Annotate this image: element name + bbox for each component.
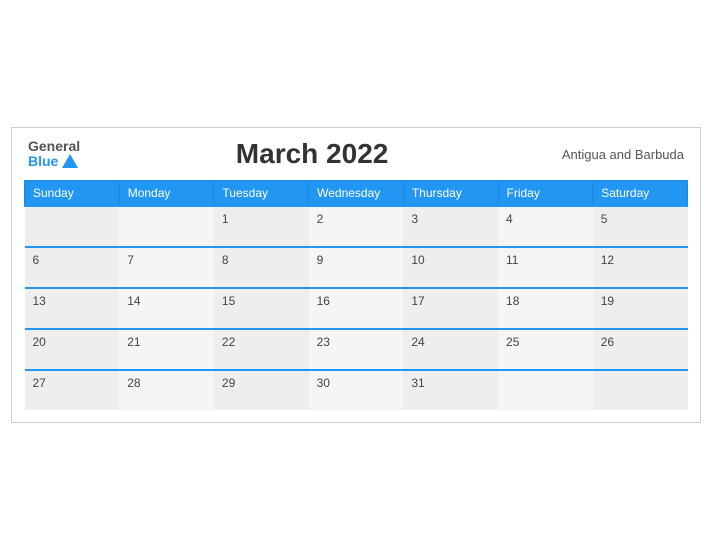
calendar-cell: 3 bbox=[403, 206, 498, 247]
calendar-cell: 25 bbox=[498, 329, 593, 370]
calendar-cell: 21 bbox=[119, 329, 214, 370]
day-number: 3 bbox=[411, 212, 418, 226]
day-number: 9 bbox=[317, 253, 324, 267]
calendar-cell: 5 bbox=[593, 206, 688, 247]
calendar-cell: 23 bbox=[309, 329, 404, 370]
calendar-grid: SundayMondayTuesdayWednesdayThursdayFrid… bbox=[24, 180, 688, 410]
day-number: 25 bbox=[506, 335, 519, 349]
logo: General Blue bbox=[28, 139, 80, 170]
day-number: 14 bbox=[127, 294, 140, 308]
calendar-cell: 22 bbox=[214, 329, 309, 370]
day-number: 30 bbox=[317, 376, 330, 390]
day-number: 5 bbox=[601, 212, 608, 226]
calendar-container: General Blue March 2022 Antigua and Barb… bbox=[11, 127, 701, 423]
calendar-cell: 24 bbox=[403, 329, 498, 370]
logo-general-text: General bbox=[28, 139, 80, 154]
calendar-cell: 6 bbox=[25, 247, 120, 288]
calendar-cell: 8 bbox=[214, 247, 309, 288]
day-number: 28 bbox=[127, 376, 140, 390]
calendar-cell: 18 bbox=[498, 288, 593, 329]
calendar-cell: 17 bbox=[403, 288, 498, 329]
calendar-cell: 1 bbox=[214, 206, 309, 247]
day-number: 1 bbox=[222, 212, 229, 226]
day-number: 20 bbox=[33, 335, 46, 349]
calendar-header: General Blue March 2022 Antigua and Barb… bbox=[24, 138, 688, 170]
day-number: 16 bbox=[317, 294, 330, 308]
day-number: 15 bbox=[222, 294, 235, 308]
week-row-5: 27 28 29 30 31 bbox=[25, 370, 688, 410]
weekday-header-row: SundayMondayTuesdayWednesdayThursdayFrid… bbox=[25, 181, 688, 207]
day-number: 23 bbox=[317, 335, 330, 349]
weekday-header-friday: Friday bbox=[498, 181, 593, 207]
weekday-header-wednesday: Wednesday bbox=[309, 181, 404, 207]
calendar-cell: 10 bbox=[403, 247, 498, 288]
calendar-title: March 2022 bbox=[80, 138, 544, 170]
day-number: 18 bbox=[506, 294, 519, 308]
calendar-cell: 28 bbox=[119, 370, 214, 410]
calendar-cell: 13 bbox=[25, 288, 120, 329]
calendar-cell: 11 bbox=[498, 247, 593, 288]
calendar-cell: 4 bbox=[498, 206, 593, 247]
day-number: 2 bbox=[317, 212, 324, 226]
week-row-2: 6 7 8 9 10 11 12 bbox=[25, 247, 688, 288]
day-number: 21 bbox=[127, 335, 140, 349]
day-number: 22 bbox=[222, 335, 235, 349]
day-number: 4 bbox=[506, 212, 513, 226]
weekday-header-saturday: Saturday bbox=[593, 181, 688, 207]
day-number: 11 bbox=[506, 253, 518, 267]
calendar-cell: 31 bbox=[403, 370, 498, 410]
day-number: 10 bbox=[411, 253, 424, 267]
day-number: 6 bbox=[33, 253, 40, 267]
weekday-header-monday: Monday bbox=[119, 181, 214, 207]
calendar-cell bbox=[25, 206, 120, 247]
calendar-cell bbox=[119, 206, 214, 247]
day-number: 26 bbox=[601, 335, 614, 349]
calendar-cell: 30 bbox=[309, 370, 404, 410]
day-number: 13 bbox=[33, 294, 46, 308]
calendar-cell bbox=[593, 370, 688, 410]
day-number: 31 bbox=[411, 376, 424, 390]
week-row-1: 1 2 3 4 5 bbox=[25, 206, 688, 247]
day-number: 24 bbox=[411, 335, 424, 349]
calendar-cell: 20 bbox=[25, 329, 120, 370]
calendar-cell: 12 bbox=[593, 247, 688, 288]
calendar-cell: 9 bbox=[309, 247, 404, 288]
weekday-header-tuesday: Tuesday bbox=[214, 181, 309, 207]
week-row-3: 13 14 15 16 17 18 19 bbox=[25, 288, 688, 329]
calendar-cell: 7 bbox=[119, 247, 214, 288]
logo-triangle-icon bbox=[62, 154, 78, 168]
weekday-header-sunday: Sunday bbox=[25, 181, 120, 207]
calendar-cell: 15 bbox=[214, 288, 309, 329]
calendar-cell: 26 bbox=[593, 329, 688, 370]
calendar-cell: 27 bbox=[25, 370, 120, 410]
week-row-4: 20 21 22 23 24 25 26 bbox=[25, 329, 688, 370]
day-number: 17 bbox=[411, 294, 424, 308]
calendar-cell: 16 bbox=[309, 288, 404, 329]
calendar-cell: 14 bbox=[119, 288, 214, 329]
calendar-cell bbox=[498, 370, 593, 410]
logo-blue-text: Blue bbox=[28, 154, 78, 169]
day-number: 19 bbox=[601, 294, 614, 308]
calendar-cell: 19 bbox=[593, 288, 688, 329]
day-number: 12 bbox=[601, 253, 614, 267]
day-number: 8 bbox=[222, 253, 229, 267]
calendar-cell: 29 bbox=[214, 370, 309, 410]
calendar-cell: 2 bbox=[309, 206, 404, 247]
calendar-region: Antigua and Barbuda bbox=[544, 147, 684, 162]
day-number: 27 bbox=[33, 376, 46, 390]
day-number: 7 bbox=[127, 253, 134, 267]
day-number: 29 bbox=[222, 376, 235, 390]
weekday-header-thursday: Thursday bbox=[403, 181, 498, 207]
